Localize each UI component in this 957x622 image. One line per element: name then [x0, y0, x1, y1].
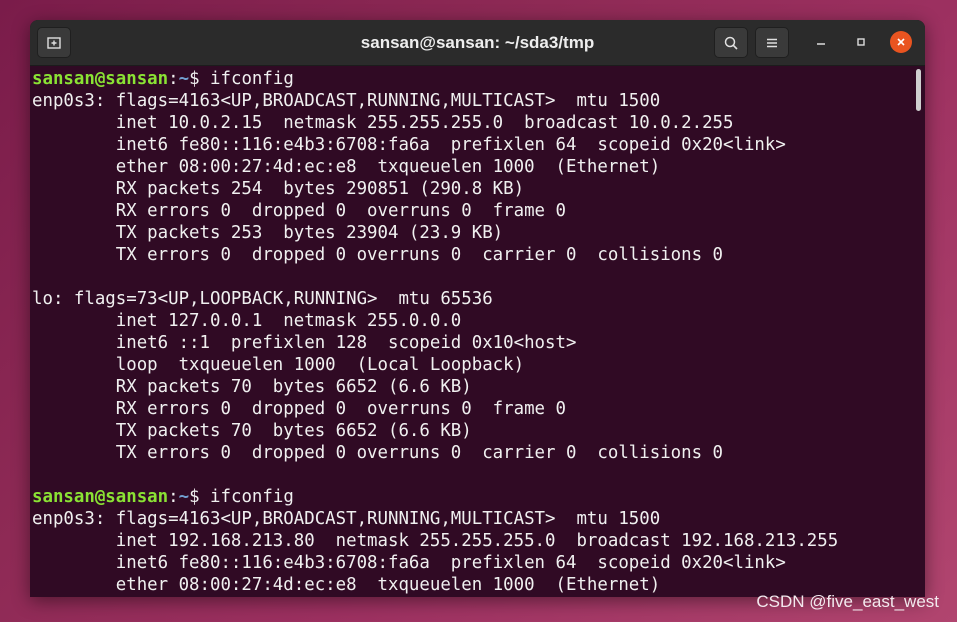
output-line: TX packets 253 bytes 23904 (23.9 KB) — [32, 223, 504, 243]
output-line: enp0s3: flags=4163<UP,BROADCAST,RUNNING,… — [32, 91, 661, 111]
output-line: RX packets 70 bytes 6652 (6.6 KB) — [32, 377, 472, 397]
output-line: RX errors 0 dropped 0 overruns 0 frame 0 — [32, 201, 566, 221]
output-line: loop txqueuelen 1000 (Local Loopback) — [32, 355, 525, 375]
minimize-icon — [817, 43, 825, 45]
output-line: TX errors 0 dropped 0 overruns 0 carrier… — [32, 245, 724, 265]
output-line: ether 08:00:27:4d:ec:e8 txqueuelen 1000 … — [32, 157, 661, 177]
prompt-user: sansan@sansan — [32, 487, 169, 507]
maximize-button[interactable] — [850, 31, 872, 53]
output-line: inet6 fe80::116:e4b3:6708:fa6a prefixlen… — [32, 553, 786, 573]
prompt-line: sansan@sansan:~$ ifconfig — [32, 68, 913, 90]
prompt-command: $ ifconfig — [189, 487, 294, 507]
output-line: enp0s3: flags=4163<UP,BROADCAST,RUNNING,… — [32, 509, 661, 529]
search-icon — [724, 36, 738, 50]
output-line: inet 192.168.213.80 netmask 255.255.255.… — [32, 531, 839, 551]
output-line: inet 10.0.2.15 netmask 255.255.255.0 bro… — [32, 113, 734, 133]
close-button[interactable] — [890, 31, 912, 53]
title-bar[interactable]: sansan@sansan: ~/sda3/tmp — [30, 20, 925, 66]
prompt-separator: : — [168, 69, 179, 89]
prompt-command: $ ifconfig — [189, 69, 294, 89]
prompt-line: sansan@sansan:~$ ifconfig — [32, 486, 913, 508]
prompt-separator: : — [168, 487, 179, 507]
output-line: inet6 ::1 prefixlen 128 scopeid 0x10<hos… — [32, 333, 577, 353]
menu-button[interactable] — [755, 27, 789, 58]
output-line: RX errors 0 dropped 0 overruns 0 frame 0 — [32, 399, 566, 419]
window-title: sansan@sansan: ~/sda3/tmp — [360, 33, 595, 52]
terminal-output[interactable]: sansan@sansan:~$ ifconfig enp0s3: flags=4… — [30, 66, 913, 597]
close-icon — [897, 38, 905, 46]
new-tab-button[interactable] — [37, 27, 71, 58]
watermark: CSDN @five_east_west — [756, 592, 939, 611]
output-line: TX packets 70 bytes 6652 (6.6 KB) — [32, 421, 472, 441]
output-line: inet6 fe80::116:e4b3:6708:fa6a prefixlen… — [32, 135, 786, 155]
scrollbar-thumb[interactable] — [916, 69, 921, 111]
prompt-user: sansan@sansan — [32, 69, 169, 89]
output-line: lo: flags=73<UP,LOOPBACK,RUNNING> mtu 65… — [32, 289, 493, 309]
output-line: inet 127.0.0.1 netmask 255.0.0.0 — [32, 311, 462, 331]
terminal-window: sansan@sansan: ~/sda3/tmp sansan@sansan:… — [30, 20, 925, 597]
search-button[interactable] — [714, 27, 748, 58]
hamburger-menu-icon — [767, 38, 777, 47]
maximize-icon — [857, 38, 865, 46]
prompt-path: ~ — [178, 487, 190, 507]
terminal-text: sansan@sansan:~$ ifconfig enp0s3: flags=4… — [30, 66, 913, 596]
minimize-button[interactable] — [810, 31, 832, 53]
new-tab-icon — [47, 36, 61, 49]
prompt-path: ~ — [178, 69, 190, 89]
output-line: TX errors 0 dropped 0 overruns 0 carrier… — [32, 443, 724, 463]
output-line: RX packets 254 bytes 290851 (290.8 KB) — [32, 179, 525, 199]
scrollbar[interactable] — [913, 66, 925, 597]
